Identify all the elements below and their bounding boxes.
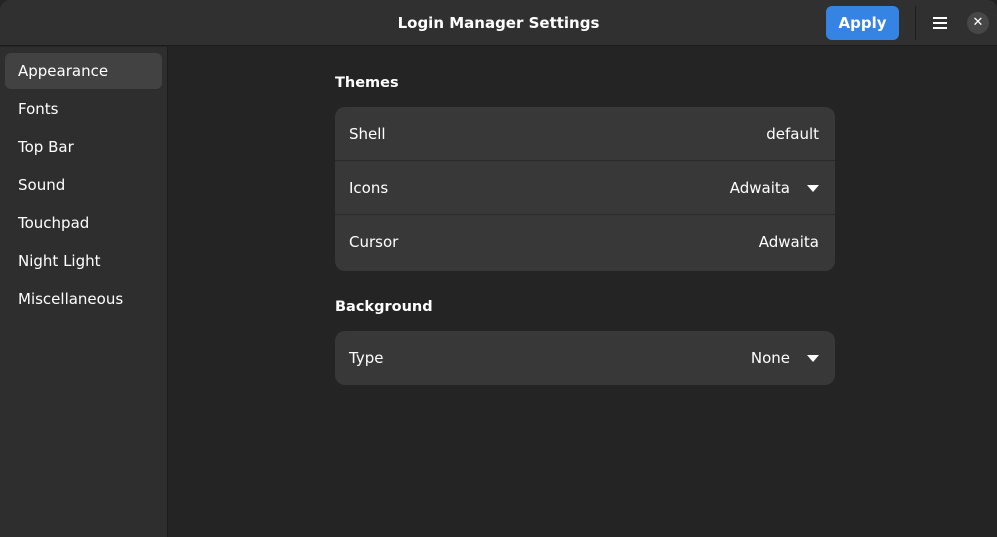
- sidebar-item-sound[interactable]: Sound: [5, 167, 162, 203]
- icons-value: Adwaita: [729, 179, 790, 197]
- header-separator: [915, 6, 916, 40]
- hamburger-menu-icon[interactable]: [925, 9, 953, 37]
- background-section-title: Background: [335, 299, 433, 315]
- shell-label: Shell: [349, 125, 386, 143]
- sidebar: Appearance Fonts Top Bar Sound Touchpad …: [0, 47, 168, 537]
- sidebar-item-miscellaneous[interactable]: Miscellaneous: [5, 281, 162, 317]
- cursor-row[interactable]: Cursor Adwaita: [335, 215, 835, 269]
- themes-card: Shell default Icons Adwaita Cursor Adwai…: [335, 107, 835, 271]
- icons-row[interactable]: Icons Adwaita: [335, 161, 835, 215]
- settings-window: Login Manager Settings Apply ✕ Appearanc…: [0, 0, 997, 537]
- dropdown-arrow-icon[interactable]: [807, 355, 819, 362]
- icons-label: Icons: [349, 179, 389, 197]
- sidebar-item-night-light[interactable]: Night Light: [5, 243, 162, 279]
- apply-button[interactable]: Apply: [826, 6, 899, 40]
- header-bar: Login Manager Settings Apply ✕: [0, 0, 997, 46]
- shell-row[interactable]: Shell default: [335, 107, 835, 161]
- themes-section-title: Themes: [335, 75, 399, 91]
- type-value: None: [750, 349, 790, 367]
- sidebar-item-touchpad[interactable]: Touchpad: [5, 205, 162, 241]
- cursor-label: Cursor: [349, 233, 399, 251]
- shell-value: default: [766, 125, 819, 143]
- sidebar-item-appearance[interactable]: Appearance: [5, 53, 162, 89]
- type-label: Type: [349, 349, 384, 367]
- background-type-row[interactable]: Type None: [335, 331, 835, 385]
- cursor-value: Adwaita: [758, 233, 819, 251]
- background-card: Type None: [335, 331, 835, 385]
- close-icon[interactable]: ✕: [967, 12, 989, 34]
- sidebar-item-top-bar[interactable]: Top Bar: [5, 129, 162, 165]
- sidebar-item-fonts[interactable]: Fonts: [5, 91, 162, 127]
- dropdown-arrow-icon[interactable]: [807, 185, 819, 192]
